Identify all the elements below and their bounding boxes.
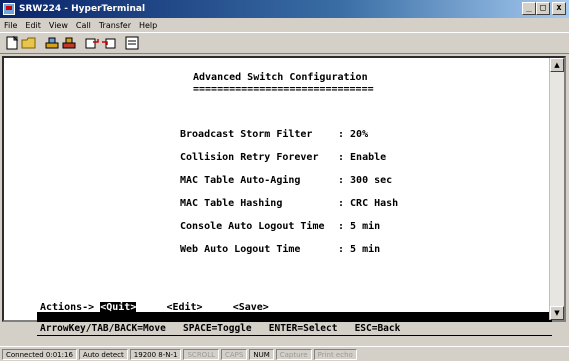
menu-help[interactable]: Help (139, 21, 157, 30)
status-bar: Connected 0:01:16 Auto detect 19200 8-N-… (0, 346, 569, 361)
heading-underline: ============================== (193, 84, 374, 95)
setting-value: : 20% (338, 129, 369, 140)
setting-row[interactable]: Collision Retry Forever : Enable (180, 152, 386, 163)
menu-call[interactable]: Call (76, 21, 91, 30)
setting-label: Broadcast Storm Filter (180, 129, 313, 140)
setting-row[interactable]: Console Auto Logout Time : 5 min (180, 221, 380, 232)
screen-heading: Advanced Switch Configuration (193, 72, 368, 83)
menu-view[interactable]: View (49, 21, 68, 30)
status-scroll: SCROLL (183, 348, 219, 360)
setting-value: : CRC Hash (338, 198, 399, 209)
setting-row[interactable]: MAC Table Auto-Aging : 300 sec (180, 175, 392, 186)
title-bar: SRW224 - HyperTerminal _ □ x (0, 0, 569, 18)
new-icon[interactable] (4, 35, 20, 51)
vertical-scrollbar[interactable]: ▲ ▼ (549, 58, 564, 320)
terminal-screen[interactable]: Advanced Switch Configuration ==========… (4, 58, 552, 336)
open-icon[interactable] (21, 35, 37, 51)
call-icon[interactable] (44, 35, 60, 51)
message-bar (37, 312, 552, 322)
minimize-button[interactable]: _ (522, 2, 536, 15)
setting-label: MAC Table Auto-Aging (180, 175, 301, 186)
divider (37, 335, 552, 336)
close-button[interactable]: x (552, 2, 566, 15)
setting-value: : 5 min (338, 244, 381, 255)
send-icon[interactable] (84, 35, 100, 51)
menu-transfer[interactable]: Transfer (99, 21, 131, 30)
setting-row[interactable]: Web Auto Logout Time : 5 min (180, 244, 380, 255)
menu-bar: File Edit View Call Transfer Help (0, 18, 569, 32)
setting-row[interactable]: MAC Table Hashing : CRC Hash (180, 198, 398, 209)
hyperterminal-icon (3, 3, 15, 15)
status-connected: Connected 0:01:16 (2, 348, 77, 360)
disconnect-icon[interactable] (61, 35, 77, 51)
status-caps: CAPS (221, 348, 248, 360)
status-print: Print echo (313, 348, 357, 360)
toolbar (0, 32, 569, 54)
setting-value: : Enable (338, 152, 387, 163)
setting-value: : 5 min (338, 221, 381, 232)
setting-label: Web Auto Logout Time (180, 244, 301, 255)
status-capture: Capture (275, 348, 312, 360)
setting-label: MAC Table Hashing (180, 198, 283, 209)
status-detect: Auto detect (78, 348, 128, 360)
receive-icon[interactable] (101, 35, 117, 51)
status-port: 19200 8-N-1 (129, 348, 182, 360)
scroll-up-icon[interactable]: ▲ (550, 58, 564, 72)
help-line: ArrowKey/TAB/BACK=Move SPACE=Toggle ENTE… (40, 323, 401, 334)
setting-row[interactable]: Broadcast Storm Filter : 20% (180, 129, 368, 140)
menu-file[interactable]: File (4, 21, 17, 30)
menu-edit[interactable]: Edit (25, 21, 41, 30)
setting-label: Collision Retry Forever (180, 152, 319, 163)
maximize-button[interactable]: □ (536, 2, 550, 15)
scroll-down-icon[interactable]: ▼ (550, 306, 564, 320)
properties-icon[interactable] (124, 35, 140, 51)
status-num: NUM (249, 348, 274, 360)
terminal-frame: Advanced Switch Configuration ==========… (2, 56, 566, 336)
setting-value: : 300 sec (338, 175, 393, 186)
setting-label: Console Auto Logout Time (180, 221, 325, 232)
window-title: SRW224 - HyperTerminal (19, 4, 146, 14)
